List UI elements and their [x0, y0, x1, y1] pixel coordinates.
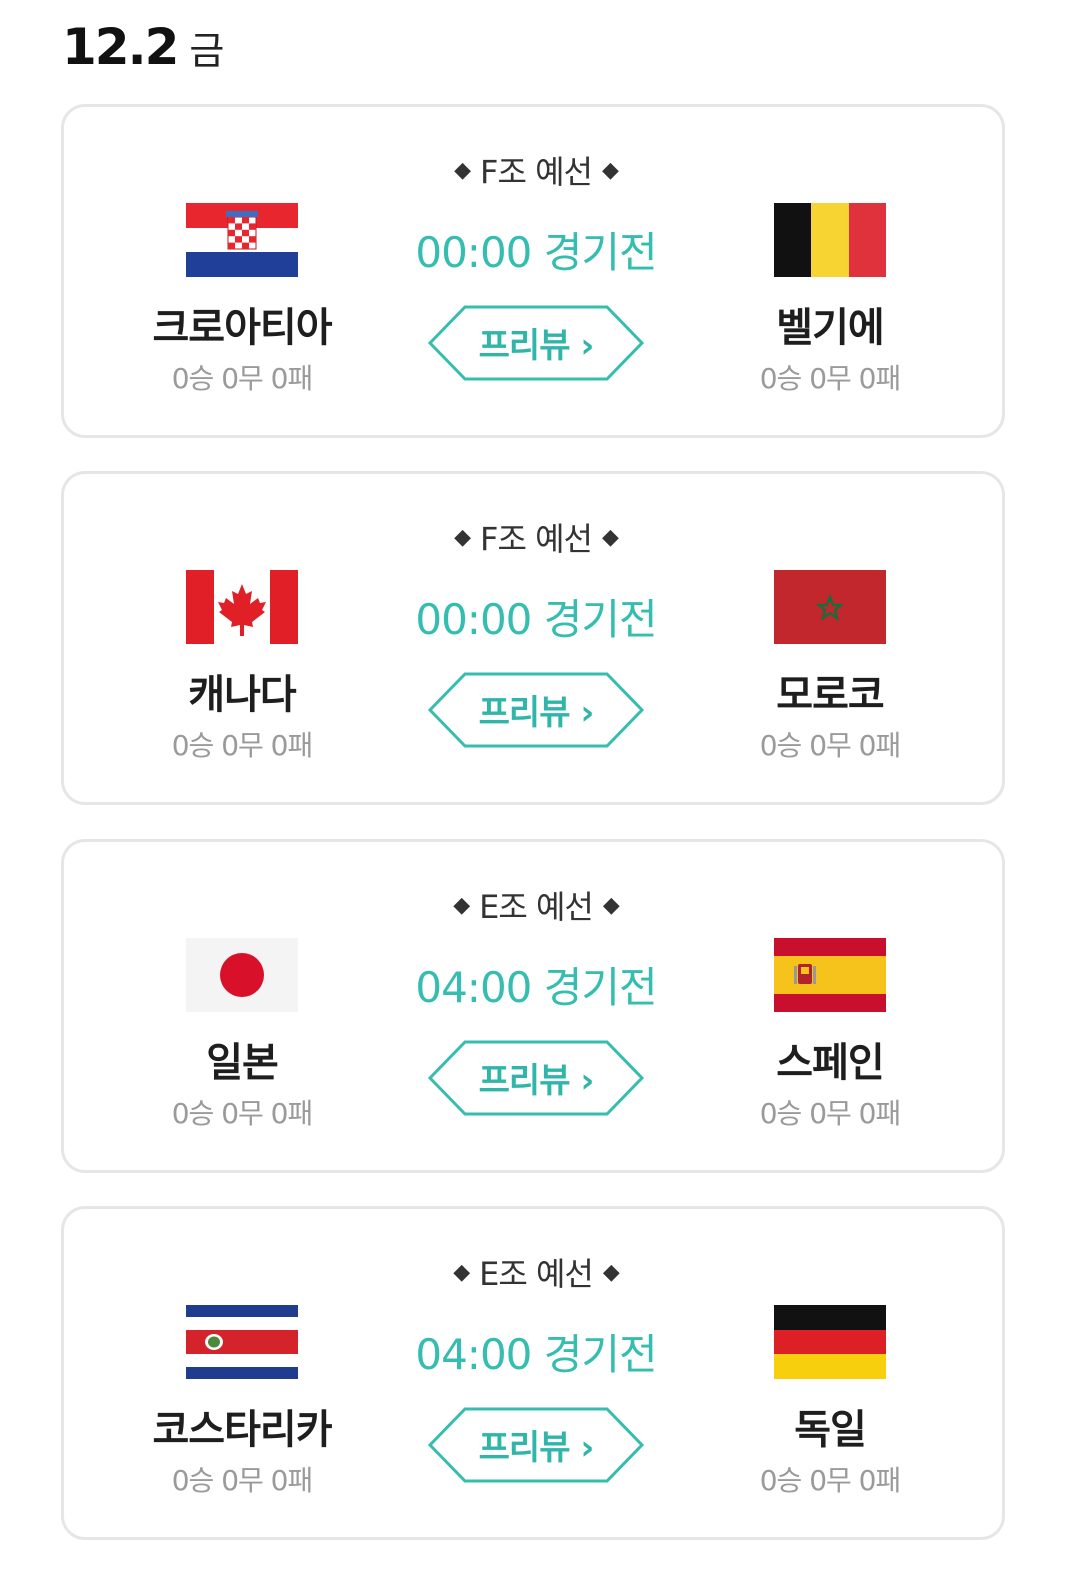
- diamond-icon: ◆: [601, 157, 619, 183]
- date-header: 12.2 금: [62, 18, 224, 78]
- away-team[interactable]: 벨기에 0승 0무 0패: [710, 203, 950, 397]
- group-label: ◆ F조 예선 ◆: [386, 514, 686, 560]
- morocco-flag-icon: [774, 570, 886, 644]
- preview-label: 프리뷰: [478, 326, 571, 366]
- diamond-icon: ◆: [453, 1259, 470, 1285]
- preview-label: 프리뷰: [478, 1428, 571, 1468]
- chevron-right-icon: ›: [580, 1428, 594, 1468]
- germany-flag-icon: [774, 1305, 886, 1379]
- group-text: F조 예선: [480, 153, 593, 191]
- away-team-name: 모로코: [776, 672, 884, 718]
- group-label: ◆ E조 예선 ◆: [386, 882, 686, 928]
- away-team-name: 독일: [794, 1407, 867, 1453]
- diamond-icon: ◆: [453, 892, 470, 918]
- home-team-name: 크로아티아: [152, 305, 333, 351]
- diamond-icon: ◆: [602, 892, 620, 918]
- diamond-icon: ◆: [454, 157, 471, 183]
- home-team[interactable]: 크로아티아 0승 0무 0패: [122, 203, 362, 397]
- home-team-name: 일본: [206, 1040, 279, 1086]
- home-team-record: 0승 0무 0패: [171, 729, 314, 762]
- away-team-name: 스페인: [776, 1040, 884, 1086]
- belgium-flag-icon: [774, 203, 886, 277]
- preview-button[interactable]: 프리뷰 ›: [427, 671, 645, 749]
- japan-flag-icon: [186, 938, 298, 1012]
- away-team-record: 0승 0무 0패: [759, 1097, 902, 1130]
- group-label: ◆ F조 예선 ◆: [386, 147, 686, 193]
- home-team[interactable]: 일본 0승 0무 0패: [122, 938, 362, 1132]
- diamond-icon: ◆: [601, 524, 619, 550]
- home-team[interactable]: 코스타리카 0승 0무 0패: [122, 1305, 362, 1499]
- away-team-record: 0승 0무 0패: [759, 1464, 902, 1497]
- match-info: ◆ E조 예선 ◆ 04:00 경기전 프리뷰 ›: [386, 1249, 686, 1484]
- match-card: 캐나다 0승 0무 0패 ◆ F조 예선 ◆ 00:00 경기전 프리뷰 › 모…: [61, 471, 1005, 805]
- match-info: ◆ F조 예선 ◆ 00:00 경기전 프리뷰 ›: [386, 514, 686, 749]
- spain-flag-icon: [774, 938, 886, 1012]
- preview-button[interactable]: 프리뷰 ›: [427, 1406, 645, 1484]
- match-time: 00:00 경기전: [415, 228, 657, 277]
- home-team-record: 0승 0무 0패: [171, 1097, 314, 1130]
- home-team-name: 캐나다: [188, 672, 296, 718]
- home-team-record: 0승 0무 0패: [171, 362, 314, 395]
- match-time: 00:00 경기전: [415, 595, 657, 644]
- chevron-right-icon: ›: [580, 693, 594, 733]
- date-text: 12.2: [62, 18, 179, 76]
- match-time: 04:00 경기전: [415, 1330, 657, 1379]
- away-team[interactable]: 스페인 0승 0무 0패: [710, 938, 950, 1132]
- diamond-icon: ◆: [454, 524, 471, 550]
- away-team-name: 벨기에: [776, 305, 884, 351]
- preview-button[interactable]: 프리뷰 ›: [427, 304, 645, 382]
- preview-label: 프리뷰: [478, 693, 571, 733]
- canada-flag-icon: [186, 570, 298, 644]
- match-info: ◆ F조 예선 ◆ 00:00 경기전 프리뷰 ›: [386, 147, 686, 382]
- chevron-right-icon: ›: [580, 1061, 594, 1101]
- away-team-record: 0승 0무 0패: [759, 729, 902, 762]
- costa-rica-flag-icon: [186, 1305, 298, 1379]
- diamond-icon: ◆: [602, 1259, 620, 1285]
- away-team-record: 0승 0무 0패: [759, 362, 902, 395]
- croatia-flag-icon: [186, 203, 298, 277]
- preview-label: 프리뷰: [478, 1061, 571, 1101]
- group-label: ◆ E조 예선 ◆: [386, 1249, 686, 1295]
- match-card: 크로아티아 0승 0무 0패 ◆ F조 예선 ◆ 00:00 경기전 프리뷰 ›…: [61, 104, 1005, 438]
- match-time: 04:00 경기전: [415, 963, 657, 1012]
- away-team[interactable]: 독일 0승 0무 0패: [710, 1305, 950, 1499]
- preview-button[interactable]: 프리뷰 ›: [427, 1039, 645, 1117]
- match-card: 일본 0승 0무 0패 ◆ E조 예선 ◆ 04:00 경기전 프리뷰 › 스페…: [61, 839, 1005, 1173]
- match-info: ◆ E조 예선 ◆ 04:00 경기전 프리뷰 ›: [386, 882, 686, 1117]
- home-team-record: 0승 0무 0패: [171, 1464, 314, 1497]
- home-team[interactable]: 캐나다 0승 0무 0패: [122, 570, 362, 764]
- group-text: F조 예선: [480, 520, 593, 558]
- group-text: E조 예선: [479, 888, 594, 926]
- weekday-text: 금: [189, 29, 225, 73]
- home-team-name: 코스타리카: [152, 1407, 333, 1453]
- match-card: 코스타리카 0승 0무 0패 ◆ E조 예선 ◆ 04:00 경기전 프리뷰 ›…: [61, 1206, 1005, 1540]
- away-team[interactable]: 모로코 0승 0무 0패: [710, 570, 950, 764]
- group-text: E조 예선: [479, 1255, 594, 1293]
- chevron-right-icon: ›: [580, 326, 594, 366]
